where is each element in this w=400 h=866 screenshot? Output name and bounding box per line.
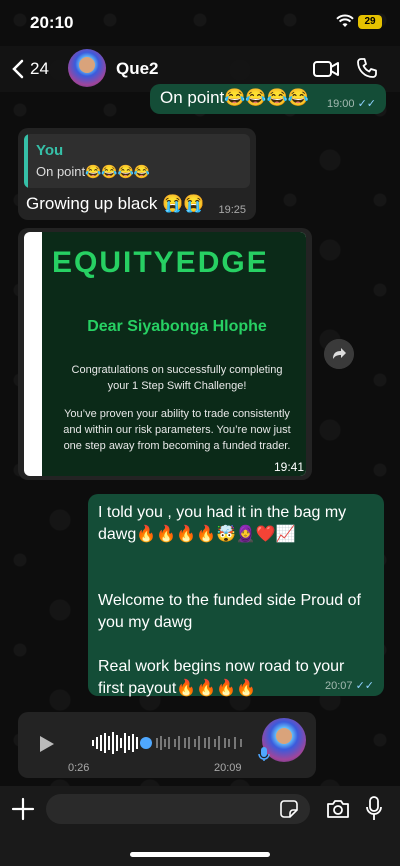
message-bubble-incoming[interactable]: You On point😂😂😂😂 Growing up black 😭😭 19:… [18,128,256,220]
image-paragraph: You’ve proven your ability to trade cons… [63,408,291,452]
message-input[interactable] [46,794,310,824]
voice-duration: 0:26 [68,762,90,774]
quote-accent-bar [24,134,28,188]
quoted-message[interactable]: You On point😂😂😂😂 [24,134,250,188]
message-composer [0,786,400,866]
certificate-image: EQUITYEDGE Dear Siyabonga Hlophe Congrat… [42,232,306,476]
waveform[interactable] [92,730,272,756]
home-indicator [130,852,270,857]
message-timestamp: 19:25 [218,204,246,216]
plus-icon[interactable] [10,796,36,822]
status-time: 20:10 [30,13,74,32]
quote-text: On point😂😂😂😂 [36,164,150,179]
message-timestamp: 19:00 ✓✓ [326,98,376,110]
image-paragraph: Congratulations on successfully completi… [71,364,283,392]
play-icon[interactable] [38,734,56,754]
contact-avatar[interactable] [68,49,106,87]
image-message[interactable]: EQUITYEDGE Dear Siyabonga Hlophe Congrat… [18,228,312,480]
status-bar: 20:10 29 [0,0,400,46]
message-text: I told you , you had it in the bag my da… [98,504,361,697]
quote-author: You [36,142,64,159]
forward-icon[interactable] [324,339,354,369]
read-receipt-icon: ✓✓ [357,98,376,110]
wifi-icon [336,14,354,27]
video-call-icon[interactable] [312,58,340,80]
message-timestamp: 20:07 ✓✓ [324,680,374,692]
voice-message[interactable]: 0:26 20:09 [18,712,316,778]
camera-icon[interactable] [326,798,350,820]
chevron-left-icon [12,59,24,79]
brand-logo: EQUITYEDGE [52,246,269,279]
message-timestamp: 19:41 [273,460,304,474]
sticker-icon[interactable] [280,800,298,818]
unread-count: 24 [30,59,49,78]
message-timestamp: 20:09 [214,762,242,774]
microphone-icon [258,747,270,761]
microphone-icon[interactable] [366,796,382,822]
contact-name[interactable]: Que2 [116,59,159,79]
back-button[interactable]: 24 [12,56,62,82]
read-receipt-icon: ✓✓ [355,680,374,692]
image-heading: Dear Siyabonga Hlophe [87,318,267,335]
battery-indicator: 29 [358,15,382,29]
phone-icon[interactable] [356,57,378,79]
message-bubble-outgoing[interactable]: On point😂😂😂😂 19:00 ✓✓ [150,84,386,114]
image-attachment[interactable]: EQUITYEDGE Dear Siyabonga Hlophe Congrat… [24,232,306,476]
message-text: On point😂😂😂😂 [160,88,309,107]
message-text: Growing up black 😭😭 [26,194,205,213]
message-bubble-outgoing[interactable]: I told you , you had it in the bag my da… [88,494,384,697]
